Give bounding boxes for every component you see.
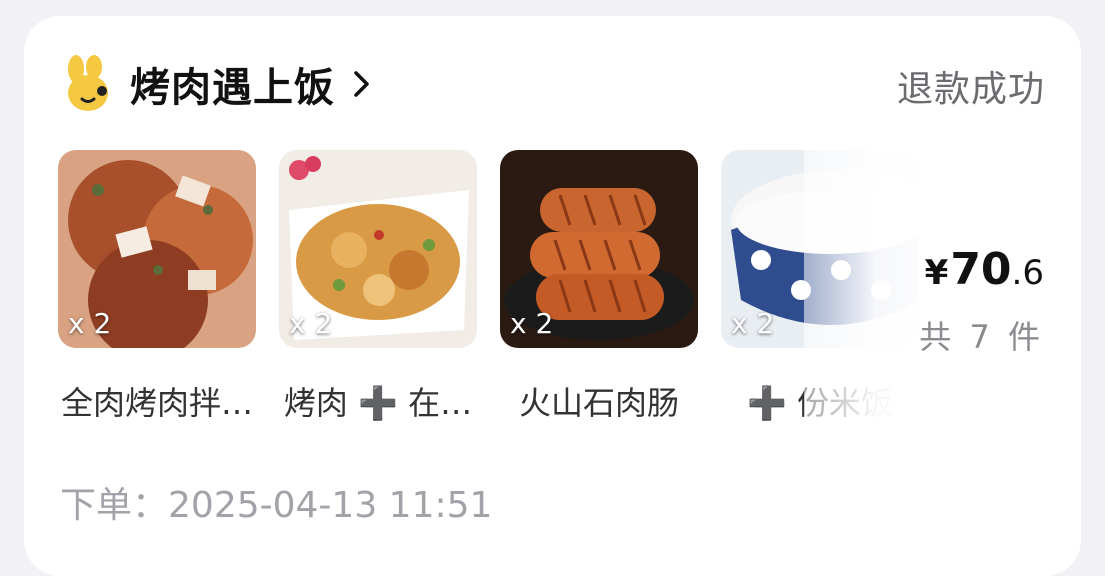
order-time-value: 2025-04-13 11:51 [168, 485, 493, 526]
order-card[interactable]: 烤肉遇上饭 退款成功 x 2 全肉烤肉拌… x 2 烤肉 ➕ 在… x 2 火山… [24, 16, 1081, 576]
list-item[interactable]: x 2 火山石肉肠 [500, 150, 698, 424]
item-quantity: x 2 [68, 307, 112, 340]
bunny-logo-icon [68, 55, 108, 111]
store-header[interactable]: 烤肉遇上饭 [64, 52, 371, 116]
item-name: 全肉烤肉拌… [60, 384, 253, 422]
item-quantity: x 2 [510, 307, 554, 340]
list-item[interactable]: x 2 烤肉 ➕ 在… [279, 150, 477, 424]
order-status: 退款成功 [896, 69, 1045, 110]
item-image[interactable]: x 2 [58, 150, 256, 348]
order-total-price: ¥70.6 [925, 244, 1044, 295]
item-list[interactable]: x 2 全肉烤肉拌… x 2 烤肉 ➕ 在… x 2 火山石肉肠 x 2 ➕ [58, 150, 919, 440]
chevron-right-icon[interactable] [353, 70, 371, 98]
item-image[interactable]: x 2 [279, 150, 477, 348]
item-image[interactable]: x 2 [500, 150, 698, 348]
scroll-fade-overlay [804, 146, 964, 446]
price-integer: 70 [950, 244, 1012, 295]
price-decimal: .6 [1011, 253, 1044, 293]
item-name: 烤肉 ➕ 在… [283, 384, 473, 422]
order-time-label: 下单： [60, 485, 169, 526]
item-quantity: x 2 [731, 307, 775, 340]
item-name: 火山石肉肠 [518, 384, 679, 422]
item-count: 共 7 件 [919, 318, 1044, 356]
currency-symbol: ¥ [924, 253, 949, 293]
item-quantity: x 2 [289, 307, 333, 340]
list-item[interactable]: x 2 全肉烤肉拌… [58, 150, 256, 424]
store-name[interactable]: 烤肉遇上饭 [130, 55, 335, 113]
order-time: 下单：2025-04-13 11:51 [60, 476, 492, 528]
